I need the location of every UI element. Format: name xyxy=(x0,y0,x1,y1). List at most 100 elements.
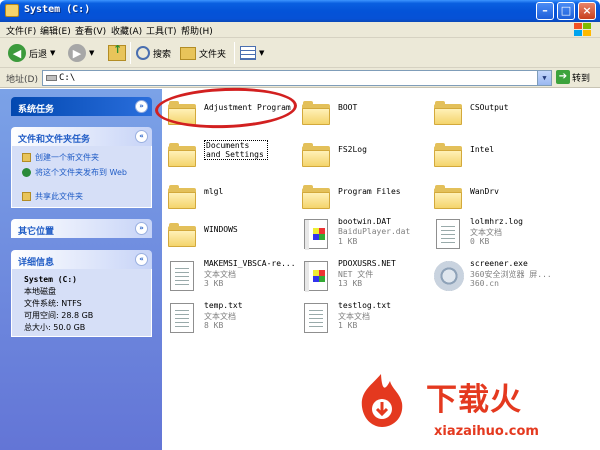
item-name: CSOutput xyxy=(470,103,509,112)
go-label: 转到 xyxy=(572,73,591,84)
back-arrow-icon: ◀ xyxy=(8,44,26,62)
watermark-url: xiazaihuo.com xyxy=(434,424,539,439)
file-item[interactable]: temp.txt 文本文档 8 KB xyxy=(168,301,298,337)
menu-favorites[interactable]: 收藏(A) xyxy=(111,24,142,37)
item-type: BaiduPlayer.dat xyxy=(338,227,411,236)
text-file-icon xyxy=(304,303,328,333)
folder-icon xyxy=(434,185,462,209)
new-folder-icon xyxy=(22,153,31,162)
title-bar[interactable]: System (C:) – □ × xyxy=(0,0,600,22)
views-button[interactable]: ▼ xyxy=(240,43,264,63)
folder-item[interactable]: CSOutput xyxy=(434,97,564,133)
item-name: Intel xyxy=(470,145,495,154)
folder-item[interactable]: Intel xyxy=(434,139,564,175)
item-name: WanDrv xyxy=(470,187,499,196)
toolbar: ◀ 后退 ▼ ▶ ▼ ↑ 搜索 文件夹 ▼ xyxy=(0,38,600,68)
item-size: 8 KB xyxy=(204,321,224,330)
forward-button[interactable]: ▶ ▼ xyxy=(68,43,94,63)
search-icon xyxy=(136,46,150,60)
details-name: System (C:) xyxy=(24,275,77,284)
item-size: 3 KB xyxy=(204,279,224,288)
go-button[interactable]: ➔ 转到 xyxy=(556,70,590,84)
task-pane: 系统任务 » 文件和文件夹任务 « 创建一个新文件夹 将这个文件夹发布到 Web… xyxy=(0,89,162,450)
address-input[interactable]: C:\ ▼ xyxy=(42,70,552,86)
chevron-down-icon[interactable]: ▼ xyxy=(89,49,94,57)
menu-view[interactable]: 查看(V) xyxy=(75,24,106,37)
details-total-size: 总大小: 50.0 GB xyxy=(24,323,86,332)
file-item[interactable]: MAKEMSI_VBSCA-re... 文本文档 3 KB xyxy=(168,259,298,295)
minimize-button[interactable]: – xyxy=(536,2,554,20)
search-button[interactable]: 搜索 xyxy=(136,43,171,63)
views-icon xyxy=(240,46,256,60)
item-name: bootwin.DAT xyxy=(338,217,391,226)
toolbar-separator xyxy=(234,42,235,64)
folder-item[interactable]: Program Files xyxy=(302,181,432,217)
forward-arrow-icon: ▶ xyxy=(68,44,86,62)
back-label: 后退 xyxy=(29,49,48,60)
item-size: 1 KB xyxy=(338,321,358,330)
close-button[interactable]: × xyxy=(578,2,596,20)
share-folder-icon xyxy=(22,192,31,201)
chevron-expand-icon[interactable]: » xyxy=(135,100,148,113)
back-button[interactable]: ◀ 后退 ▼ xyxy=(8,43,55,63)
item-company: 360.cn xyxy=(470,279,499,288)
item-size: 1 KB xyxy=(338,237,358,246)
details-filesystem: 文件系统: NTFS xyxy=(24,299,82,308)
file-tasks-title: 文件和文件夹任务 xyxy=(18,135,91,145)
task-label: 将这个文件夹发布到 Web xyxy=(35,168,127,177)
folder-item[interactable]: Documents and Settings xyxy=(168,139,298,175)
chevron-down-icon[interactable]: ▼ xyxy=(259,49,264,57)
go-arrow-icon: ➔ xyxy=(556,70,570,84)
item-name: MAKEMSI_VBSCA-re... xyxy=(204,259,296,268)
item-name: screener.exe xyxy=(470,259,528,268)
menu-tools[interactable]: 工具(T) xyxy=(146,24,177,37)
folder-item[interactable]: BOOT xyxy=(302,97,432,133)
details-type: 本地磁盘 xyxy=(24,287,56,296)
toolbar-separator xyxy=(130,42,131,64)
windows-logo-icon xyxy=(572,23,592,37)
task-publish-web[interactable]: 将这个文件夹发布到 Web xyxy=(22,167,144,178)
item-name[interactable]: Documents and Settings xyxy=(204,140,268,160)
task-new-folder[interactable]: 创建一个新文件夹 xyxy=(22,152,99,163)
file-tasks-body: 创建一个新文件夹 将这个文件夹发布到 Web 共享此文件夹 xyxy=(11,146,152,208)
chevron-down-icon[interactable]: ▼ xyxy=(50,49,55,57)
chevron-expand-icon[interactable]: » xyxy=(135,222,148,235)
folder-item[interactable]: FS2Log xyxy=(302,139,432,175)
address-dropdown[interactable]: ▼ xyxy=(537,71,551,85)
dat-file-icon xyxy=(304,219,328,250)
item-name: temp.txt xyxy=(204,301,243,310)
file-item[interactable]: lolmhrz.log 文本文档 0 KB xyxy=(434,217,564,253)
file-item[interactable]: PDOXUSRS.NET NET 文件 13 KB xyxy=(302,259,432,295)
folder-item[interactable]: mlgl xyxy=(168,181,298,217)
menu-edit[interactable]: 编辑(E) xyxy=(40,24,71,37)
search-label: 搜索 xyxy=(153,49,172,60)
item-name: WINDOWS xyxy=(204,225,238,234)
globe-icon xyxy=(22,168,31,177)
chevron-collapse-icon[interactable]: « xyxy=(135,130,148,143)
item-name: testlog.txt xyxy=(338,301,391,310)
folder-icon xyxy=(302,101,330,125)
up-folder-icon: ↑ xyxy=(108,43,126,61)
folders-button[interactable]: 文件夹 xyxy=(180,43,226,63)
task-share-folder[interactable]: 共享此文件夹 xyxy=(22,191,83,202)
drive-icon xyxy=(5,4,19,17)
file-item[interactable]: testlog.txt 文本文档 1 KB xyxy=(302,301,432,337)
menu-file[interactable]: 文件(F) xyxy=(6,24,36,37)
system-tasks-header[interactable]: 系统任务 » xyxy=(11,97,152,116)
file-item[interactable]: screener.exe 360安全浏览器 屏... 360.cn xyxy=(434,259,594,295)
other-places-header[interactable]: 其它位置 » xyxy=(11,219,152,238)
watermark-brand: 下载火 xyxy=(426,382,522,418)
chevron-collapse-icon[interactable]: « xyxy=(135,253,148,266)
folder-icon xyxy=(180,46,196,60)
text-file-icon xyxy=(170,261,194,291)
folder-item[interactable]: WINDOWS xyxy=(168,219,298,255)
up-folder-button[interactable]: ↑ xyxy=(108,43,126,63)
details-header[interactable]: 详细信息 « xyxy=(11,250,152,269)
maximize-button[interactable]: □ xyxy=(557,2,575,20)
item-name: lolmhrz.log xyxy=(470,217,523,226)
folder-item[interactable]: WanDrv xyxy=(434,181,564,217)
file-tasks-header[interactable]: 文件和文件夹任务 « xyxy=(11,127,152,146)
folder-icon xyxy=(302,143,330,167)
file-item[interactable]: bootwin.DAT BaiduPlayer.dat 1 KB xyxy=(302,217,432,253)
menu-help[interactable]: 帮助(H) xyxy=(181,24,213,37)
